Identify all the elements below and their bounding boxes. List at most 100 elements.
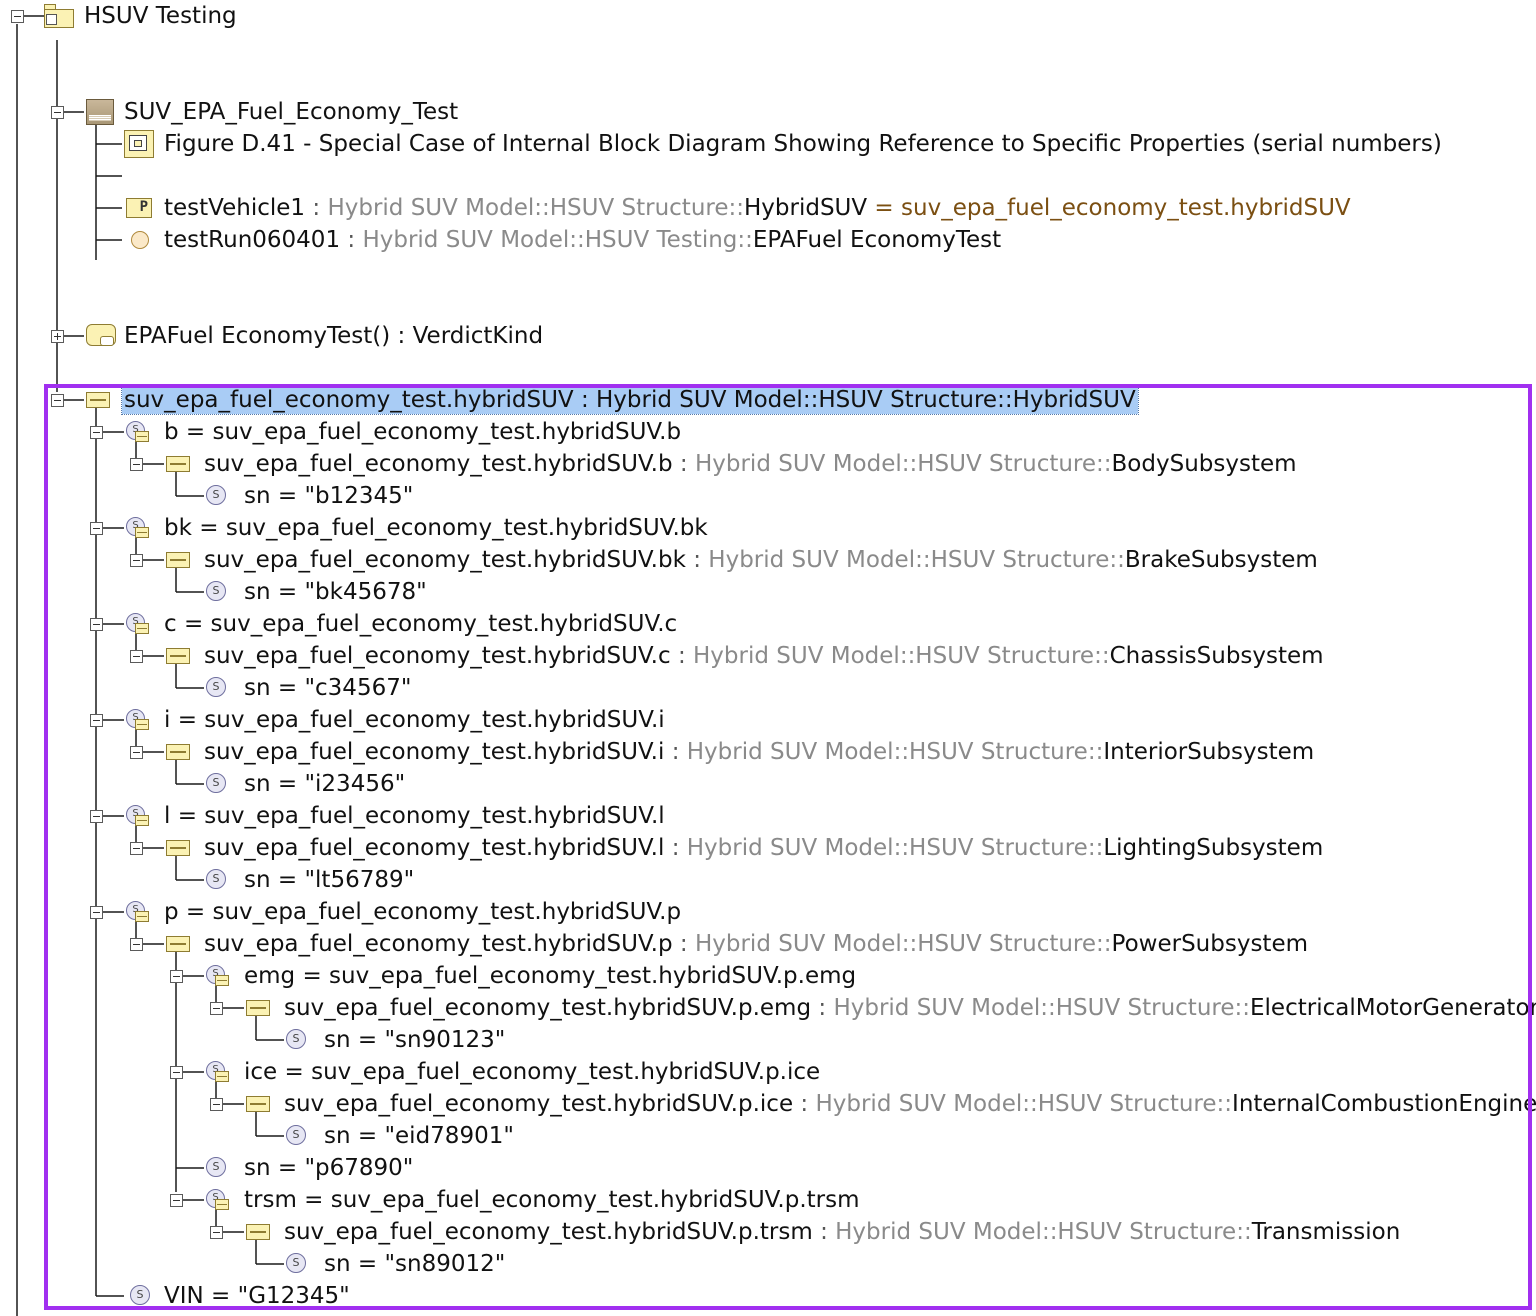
instance-name: suv_epa_fuel_economy_test.hybridSUV.p.tr… (284, 1219, 813, 1245)
tree-node-sn-bk[interactable]: S sn = "bk45678" (204, 576, 464, 608)
type-name: InteriorSubsystem (1103, 739, 1315, 765)
node-label: suv_epa_fuel_economy_test.hybridSUV.p.ic… (284, 1090, 1536, 1118)
node-label: i = suv_epa_fuel_economy_test.hybridSUV.… (164, 707, 665, 733)
tree-node-hybrid-suv-instance[interactable]: suv_epa_fuel_economy_test.hybridSUV : Hy… (40, 384, 1140, 416)
type-name: BrakeSubsystem (1124, 547, 1318, 573)
node-label: trsm = suv_epa_fuel_economy_test.hybridS… (244, 1187, 860, 1213)
tree-node-test-vehicle[interactable]: P testVehicle1 : Hybrid SUV Model::HSUV … (124, 192, 1354, 224)
tree-node-sn-l[interactable]: S sn = "lt56789" (204, 864, 464, 896)
collapse-toggle[interactable] (51, 106, 64, 119)
collapse-toggle[interactable] (130, 554, 143, 567)
type-separator: : (670, 643, 694, 669)
slot-value-icon: S (286, 1029, 306, 1049)
tree-node-vin[interactable]: S VIN = "G12345" (124, 1280, 404, 1312)
slot-icon: S (126, 805, 150, 827)
tree-node-hsuv-testing[interactable]: HSUV Testing (0, 0, 400, 32)
collapse-toggle[interactable] (170, 1066, 183, 1079)
tree-node-slot-b[interactable]: S b = suv_epa_fuel_economy_test.hybridSU… (80, 416, 720, 448)
slot-value-icon: S (206, 581, 226, 601)
type-name: EPAFuel EconomyTest (752, 227, 1002, 253)
instance-specification-icon (166, 648, 190, 664)
collapse-toggle[interactable] (90, 618, 103, 631)
slot-icon: S (126, 901, 150, 923)
node-label: bk = suv_epa_fuel_economy_test.hybridSUV… (164, 515, 708, 541)
tree-node-instance-b[interactable]: suv_epa_fuel_economy_test.hybridSUV.b : … (120, 448, 1300, 480)
type-path: Hybrid SUV Model::HSUV Structure:: (694, 451, 1112, 477)
tree-node-test-run[interactable]: testRun060401 : Hybrid SUV Model::HSUV T… (124, 224, 1024, 256)
node-label: c = suv_epa_fuel_economy_test.hybridSUV.… (164, 611, 678, 637)
instance-name: suv_epa_fuel_economy_test.hybridSUV.b (204, 451, 673, 477)
tree-node-slot-l[interactable]: S l = suv_epa_fuel_economy_test.hybridSU… (80, 800, 720, 832)
tree-node-diagram[interactable]: Figure D.41 - Special Case of Internal B… (124, 128, 1454, 160)
tree-node-operation[interactable]: EPAFuel EconomyTest() : VerdictKind (40, 320, 560, 352)
tree-node-sn-p[interactable]: S sn = "p67890" (204, 1152, 464, 1184)
node-label: suv_epa_fuel_economy_test.hybridSUV.b : … (204, 450, 1297, 478)
tree-node-test-case[interactable]: SUV_EPA_Fuel_Economy_Test (40, 96, 520, 128)
tree-node-instance-emg[interactable]: suv_epa_fuel_economy_test.hybridSUV.p.em… (200, 992, 1536, 1024)
tree-node-sn-i[interactable]: S sn = "i23456" (204, 768, 464, 800)
collapse-toggle[interactable] (90, 522, 103, 535)
tree-node-slot-trsm[interactable]: S trsm = suv_epa_fuel_economy_test.hybri… (160, 1184, 880, 1216)
type-path: Hybrid SUV Model::HSUV Structure:: (693, 643, 1110, 669)
tree-node-instance-trsm[interactable]: suv_epa_fuel_economy_test.hybridSUV.p.tr… (200, 1216, 1420, 1248)
collapse-toggle[interactable] (90, 906, 103, 919)
tree-node-slot-c[interactable]: S c = suv_epa_fuel_economy_test.hybridSU… (80, 608, 720, 640)
instance-name: suv_epa_fuel_economy_test.hybridSUV.i (204, 739, 665, 765)
instance-specification-icon (86, 392, 110, 408)
node-label: suv_epa_fuel_economy_test.hybridSUV.bk :… (204, 546, 1318, 574)
collapse-toggle[interactable] (130, 746, 143, 759)
node-label: sn = "sn89012" (324, 1251, 506, 1277)
node-label: sn = "sn90123" (324, 1027, 506, 1053)
node-label: suv_epa_fuel_economy_test.hybridSUV.l : … (204, 834, 1323, 862)
tree-node-sn-ice[interactable]: S sn = "eid78901" (284, 1120, 544, 1152)
slot-icon: S (206, 965, 230, 987)
node-label: suv_epa_fuel_economy_test.hybridSUV.p.em… (284, 994, 1536, 1022)
collapse-toggle[interactable] (210, 1002, 223, 1015)
tree-node-slot-p[interactable]: S p = suv_epa_fuel_economy_test.hybridSU… (80, 896, 720, 928)
collapse-toggle[interactable] (170, 1194, 183, 1207)
collapse-toggle[interactable] (90, 426, 103, 439)
tree-node-sn-trsm[interactable]: S sn = "sn89012" (284, 1248, 544, 1280)
tree-node-slot-bk[interactable]: S bk = suv_epa_fuel_economy_test.hybridS… (80, 512, 740, 544)
tree-node-slot-i[interactable]: S i = suv_epa_fuel_economy_test.hybridSU… (80, 704, 720, 736)
property-name: testVehicle1 (164, 195, 306, 221)
collapse-toggle[interactable] (130, 938, 143, 951)
tree-node-sn-b[interactable]: S sn = "b12345" (204, 480, 464, 512)
collapse-toggle[interactable] (51, 394, 64, 407)
slot-value-icon: S (206, 1157, 226, 1177)
part-property-icon: P (126, 198, 152, 218)
type-separator: : (685, 547, 709, 573)
instance-name: suv_epa_fuel_economy_test.hybridSUV.c (204, 643, 671, 669)
collapse-toggle[interactable] (90, 714, 103, 727)
collapse-toggle[interactable] (130, 650, 143, 663)
internal-block-diagram-icon (124, 130, 154, 158)
instance-specification-icon (246, 1224, 270, 1240)
instance-specification-icon (166, 456, 190, 472)
collapse-toggle[interactable] (210, 1226, 223, 1239)
node-label: sn = "p67890" (244, 1155, 414, 1181)
collapse-toggle[interactable] (130, 842, 143, 855)
node-label: ice = suv_epa_fuel_economy_test.hybridSU… (244, 1059, 821, 1085)
tree-node-instance-ice[interactable]: suv_epa_fuel_economy_test.hybridSUV.p.ic… (200, 1088, 1536, 1120)
expand-toggle[interactable] (51, 330, 64, 343)
tree-node-instance-bk[interactable]: suv_epa_fuel_economy_test.hybridSUV.bk :… (120, 544, 1320, 576)
instance-name: suv_epa_fuel_economy_test.hybridSUV.l (204, 835, 665, 861)
collapse-toggle[interactable] (90, 810, 103, 823)
tree-node-instance-p[interactable]: suv_epa_fuel_economy_test.hybridSUV.p : … (120, 928, 1320, 960)
tree-node-instance-l[interactable]: suv_epa_fuel_economy_test.hybridSUV.l : … (120, 832, 1323, 864)
tree-node-sn-emg[interactable]: S sn = "sn90123" (284, 1024, 544, 1056)
slot-value-icon: S (206, 485, 226, 505)
collapse-toggle[interactable] (11, 10, 24, 23)
node-label-selected: suv_epa_fuel_economy_test.hybridSUV : Hy… (121, 385, 1139, 415)
collapse-toggle[interactable] (210, 1098, 223, 1111)
collapse-toggle[interactable] (170, 970, 183, 983)
tree-node-slot-emg[interactable]: S emg = suv_epa_fuel_economy_test.hybrid… (160, 960, 880, 992)
node-label: testRun060401 : Hybrid SUV Model::HSUV T… (164, 226, 1001, 254)
instance-specification-icon (246, 1000, 270, 1016)
tree-node-instance-c[interactable]: suv_epa_fuel_economy_test.hybridSUV.c : … (120, 640, 1324, 672)
collapse-toggle[interactable] (130, 458, 143, 471)
node-label: sn = "b12345" (244, 483, 414, 509)
tree-node-slot-ice[interactable]: S ice = suv_epa_fuel_economy_test.hybrid… (160, 1056, 860, 1088)
tree-node-instance-i[interactable]: suv_epa_fuel_economy_test.hybridSUV.i : … (120, 736, 1320, 768)
tree-node-sn-c[interactable]: S sn = "c34567" (204, 672, 464, 704)
